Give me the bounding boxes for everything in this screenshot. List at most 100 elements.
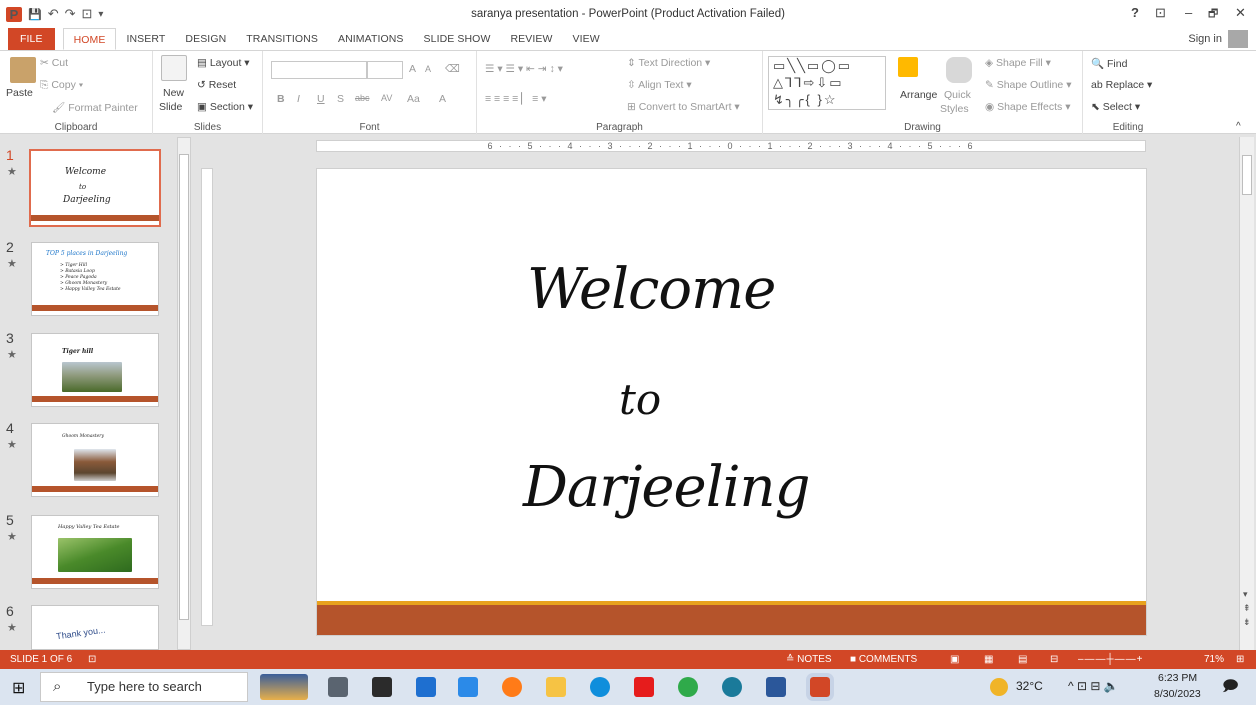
change-case-button[interactable]: Aa bbox=[407, 93, 420, 105]
tab-file[interactable]: FILE bbox=[8, 28, 55, 50]
clock-time[interactable]: 6:23 PM bbox=[1158, 672, 1197, 684]
layout-button[interactable]: ▤ Layout ▾ bbox=[197, 57, 250, 69]
tab-view[interactable]: VIEW bbox=[563, 28, 610, 50]
arrange-button[interactable]: Arrange bbox=[900, 89, 937, 101]
tab-design[interactable]: DESIGN bbox=[175, 28, 236, 50]
underline-button[interactable]: U bbox=[317, 93, 325, 105]
tab-animations[interactable]: ANIMATIONS bbox=[328, 28, 414, 50]
camera-app-icon[interactable] bbox=[372, 677, 392, 697]
slide-thumbnail-1[interactable]: Welcome to Darjeeling bbox=[29, 149, 161, 227]
close-button[interactable]: ✕ bbox=[1235, 5, 1246, 21]
font-grow-button[interactable]: A bbox=[409, 63, 416, 75]
shape-fill-button[interactable]: ◈ Shape Fill ▾ bbox=[985, 57, 1051, 69]
normal-view-icon[interactable]: ▣ bbox=[950, 654, 959, 665]
slide-line-to[interactable]: to bbox=[619, 375, 661, 424]
zoom-slider[interactable]: –——┼——+ bbox=[1078, 654, 1144, 665]
fit-to-window-icon[interactable]: ⊞ bbox=[1236, 654, 1244, 665]
font-shrink-button[interactable]: A bbox=[425, 64, 431, 74]
taskbar-search-box[interactable]: ⌕ Type here to search bbox=[40, 672, 248, 702]
shape-outline-button[interactable]: ✎ Shape Outline ▾ bbox=[985, 79, 1071, 91]
tab-review[interactable]: REVIEW bbox=[500, 28, 562, 50]
shapes-gallery[interactable]: ▭╲╲▭◯▭ △⅂⅂⇨⇩▭ ↯╮╭{ }☆ bbox=[768, 56, 886, 110]
next-slide-icon[interactable]: ⇟ bbox=[1243, 617, 1251, 628]
scrollbar-thumb[interactable] bbox=[1242, 155, 1252, 195]
quick-styles-label-2[interactable]: Styles bbox=[940, 103, 969, 115]
tab-slide-show[interactable]: SLIDE SHOW bbox=[414, 28, 501, 50]
find-button[interactable]: 🔍 Find bbox=[1091, 57, 1127, 70]
font-color-button[interactable]: A bbox=[439, 93, 446, 105]
select-button[interactable]: ⬉ Select ▾ bbox=[1091, 101, 1140, 113]
comments-button[interactable]: ■ COMMENTS bbox=[850, 654, 917, 665]
weather-tray-icon[interactable] bbox=[990, 678, 1008, 696]
align-icons[interactable]: ≡ ≡ ≡ ≡ ▏ ≡ ▾ bbox=[485, 93, 546, 105]
tab-insert[interactable]: INSERT bbox=[116, 28, 175, 50]
bullets-icon[interactable]: ☰ ▾ ☰ ▾ ⇤ ⇥ ↕ ▾ bbox=[485, 63, 563, 75]
ribbon-display-options-icon[interactable]: ⊡ bbox=[1155, 5, 1166, 21]
slide-thumbnail-3[interactable]: Tiger hill bbox=[31, 333, 159, 407]
reading-view-icon[interactable]: ▤ bbox=[1018, 654, 1027, 665]
slide-line-welcome[interactable]: Welcome bbox=[527, 257, 776, 322]
chrome-icon[interactable] bbox=[678, 677, 698, 697]
slide-canvas[interactable]: Welcome to Darjeeling bbox=[316, 168, 1147, 636]
cut-button[interactable]: ✂ Cut bbox=[40, 57, 68, 69]
slide-thumbnail-5[interactable]: Happy Valley Tea Estate bbox=[31, 515, 159, 589]
clock-date[interactable]: 8/30/2023 bbox=[1154, 688, 1201, 700]
edge-icon[interactable] bbox=[590, 677, 610, 697]
arrange-icon[interactable] bbox=[898, 57, 918, 77]
word-icon[interactable] bbox=[766, 677, 786, 697]
format-painter-button[interactable]: 🖌 Format Painter bbox=[52, 101, 138, 114]
weather-widget-icon[interactable] bbox=[260, 674, 308, 700]
file-explorer-icon[interactable] bbox=[546, 677, 566, 697]
slide-line-darjeeling[interactable]: Darjeeling bbox=[523, 455, 810, 520]
character-spacing-button[interactable]: AV bbox=[381, 93, 392, 103]
scrollbar-thumb[interactable] bbox=[179, 154, 189, 620]
tab-home[interactable]: HOME bbox=[62, 28, 117, 50]
slide-sorter-icon[interactable]: ▦ bbox=[984, 654, 993, 665]
restore-button[interactable]: 🗗 bbox=[1208, 5, 1218, 24]
italic-button[interactable]: I bbox=[297, 93, 300, 105]
tray-icons[interactable]: ^ ⊡ ⊟ 🔈 bbox=[1068, 679, 1119, 693]
quick-styles-label[interactable]: Quick bbox=[944, 89, 971, 101]
mail-icon[interactable] bbox=[416, 677, 436, 697]
reset-button[interactable]: ↺ Reset bbox=[197, 79, 236, 91]
powerpoint-taskbar-icon[interactable] bbox=[806, 673, 834, 701]
text-direction-button[interactable]: ⇕ Text Direction ▾ bbox=[627, 57, 710, 69]
help-icon[interactable]: ? bbox=[1131, 5, 1139, 20]
tab-transitions[interactable]: TRANSITIONS bbox=[236, 28, 328, 50]
youtube-icon[interactable] bbox=[634, 677, 654, 697]
paste-icon[interactable] bbox=[10, 57, 36, 83]
store-icon[interactable] bbox=[458, 677, 478, 697]
convert-smartart-button[interactable]: ⊞ Convert to SmartArt ▾ bbox=[627, 101, 740, 113]
font-name-dropdown[interactable] bbox=[271, 61, 367, 79]
slide-thumbnail-6[interactable]: Thank you... bbox=[31, 605, 159, 650]
spell-check-icon[interactable]: ⊡ bbox=[88, 654, 96, 665]
clear-formatting-icon[interactable]: ⌫ bbox=[445, 63, 460, 75]
windows-start-icon[interactable]: ⊞ bbox=[12, 678, 25, 698]
notes-button[interactable]: ≙ NOTES bbox=[786, 654, 832, 665]
shadow-button[interactable]: S bbox=[337, 93, 344, 105]
scroll-down-icon[interactable]: ▾ bbox=[1243, 589, 1248, 600]
notifications-icon[interactable]: 🗩 bbox=[1222, 676, 1239, 701]
copy-button[interactable]: ⎘ Copy ▾ bbox=[40, 79, 83, 92]
task-view-icon[interactable] bbox=[328, 677, 348, 697]
bold-button[interactable]: B bbox=[277, 93, 285, 105]
minimize-button[interactable]: – bbox=[1185, 5, 1192, 20]
paste-button[interactable]: Paste bbox=[6, 87, 33, 99]
previous-slide-icon[interactable]: ⇞ bbox=[1243, 603, 1251, 614]
quick-styles-icon[interactable] bbox=[946, 57, 972, 83]
new-slide-label-2[interactable]: Slide bbox=[159, 101, 182, 113]
slide-show-icon[interactable]: ⊟ bbox=[1050, 654, 1058, 665]
avatar[interactable] bbox=[1228, 30, 1248, 48]
new-slide-icon[interactable] bbox=[161, 55, 187, 81]
slide-scrollbar[interactable]: ▾ ⇞ ⇟ bbox=[1239, 137, 1254, 650]
collapse-ribbon-icon[interactable]: ^ bbox=[1236, 121, 1241, 132]
temperature[interactable]: 32°C bbox=[1016, 679, 1043, 693]
zoom-level[interactable]: 71% bbox=[1204, 654, 1224, 665]
font-size-dropdown[interactable] bbox=[367, 61, 403, 79]
replace-button[interactable]: ab Replace ▾ bbox=[1091, 79, 1152, 91]
chrome-profile-icon[interactable] bbox=[722, 677, 742, 697]
align-text-button[interactable]: ⇳ Align Text ▾ bbox=[627, 79, 692, 91]
shape-effects-button[interactable]: ◉ Shape Effects ▾ bbox=[985, 101, 1070, 113]
slide-thumbnail-4[interactable]: Ghoom Monastery bbox=[31, 423, 159, 497]
sign-in-link[interactable]: Sign in bbox=[1188, 33, 1222, 45]
